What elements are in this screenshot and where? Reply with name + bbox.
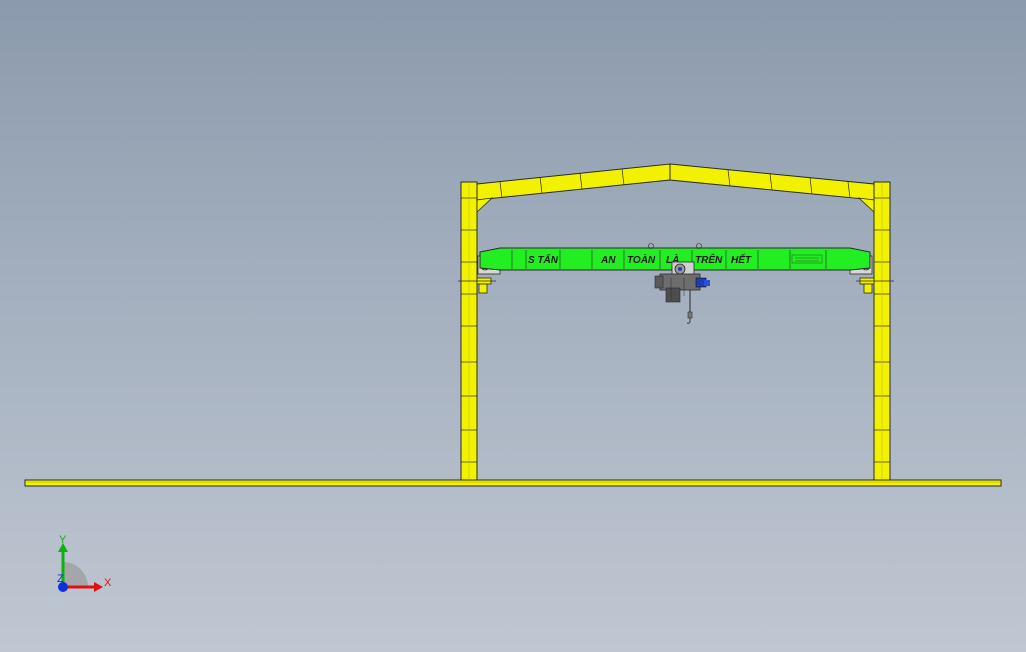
triad-arc	[63, 562, 88, 587]
reference-triad: Y X Z	[57, 534, 112, 592]
roof-rafter-left[interactable]	[476, 163, 671, 213]
z-axis-label: Z	[57, 573, 64, 585]
roof-rafter-right[interactable]	[669, 163, 875, 213]
beam-word-5: TRÊN	[695, 253, 723, 266]
beam-word-6: HẾT	[731, 253, 752, 266]
right-column[interactable]	[873, 181, 891, 481]
y-axis-label: Y	[59, 534, 67, 546]
graphics-viewport[interactable]: S TẤN AN TOÀN LÀ TRÊN HẾT Y X Z	[0, 0, 1026, 652]
x-axis-label: X	[104, 577, 112, 589]
left-column[interactable]	[460, 181, 478, 481]
beam-word-3: TOÀN	[627, 253, 656, 266]
model-view[interactable]: S TẤN AN TOÀN LÀ TRÊN HẾT Y X Z	[0, 0, 1026, 652]
beam-word-1: S TẤN	[528, 253, 559, 266]
beam-word-2: AN	[600, 255, 616, 266]
hoist-hook[interactable]	[686, 290, 693, 324]
ground-slab[interactable]	[24, 479, 1002, 487]
